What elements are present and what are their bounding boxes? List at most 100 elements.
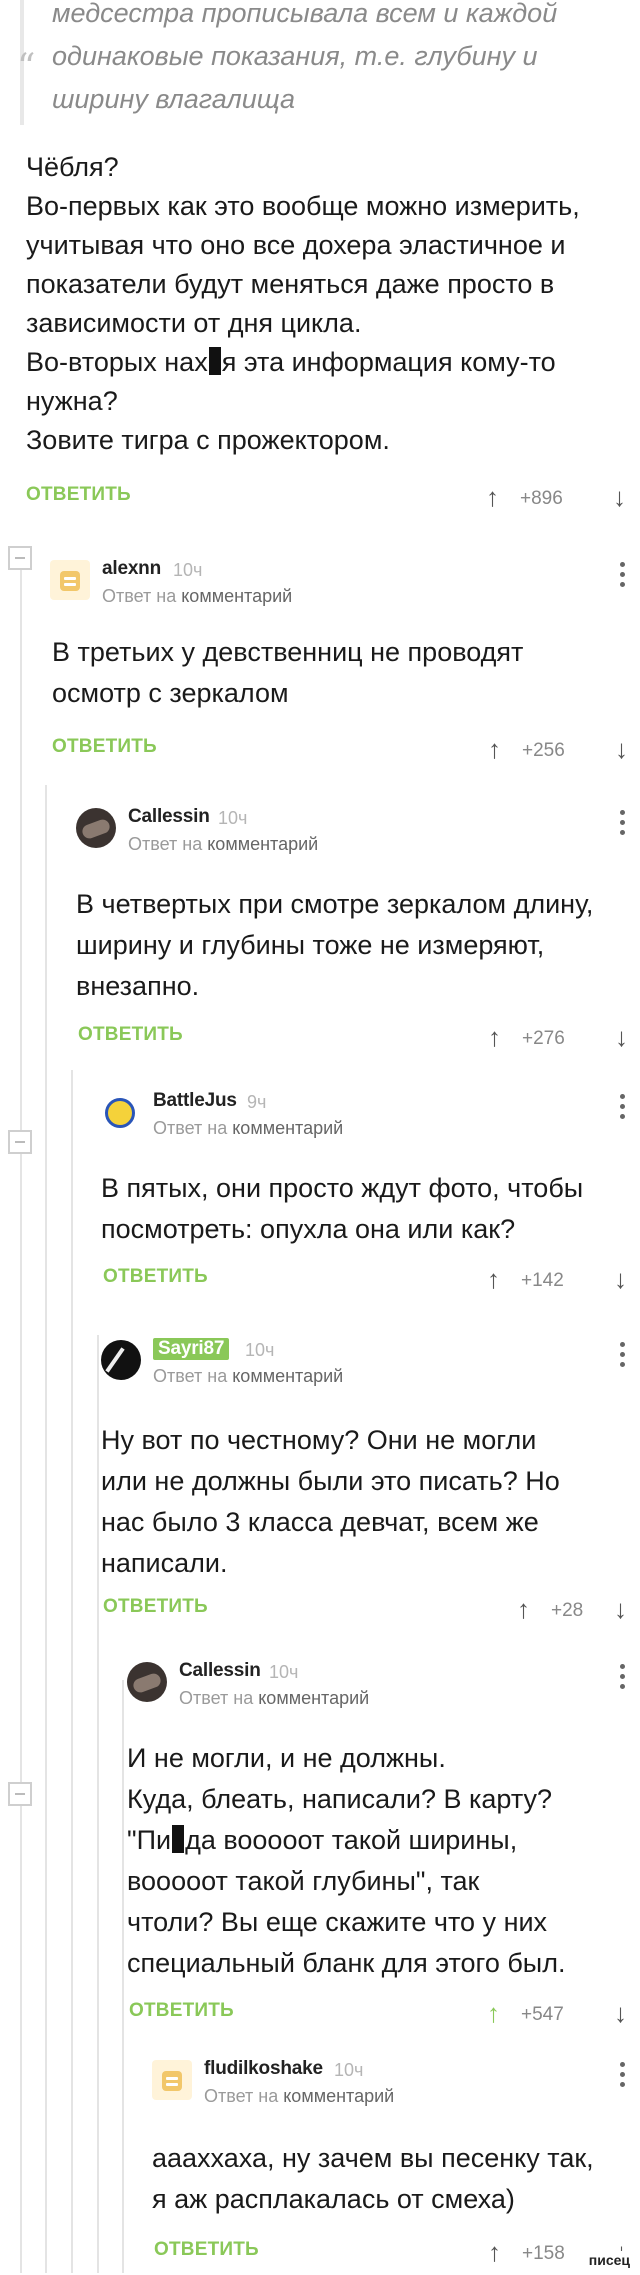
upvote-icon[interactable]: ↑ [487,1266,500,1292]
downvote-icon[interactable]: ↓ [615,736,628,762]
quote-icon: “ [17,47,36,88]
timestamp: 10ч [173,560,203,580]
reply-meta: Ответ на комментарий [179,1688,369,1709]
upvote-icon[interactable]: ↑ [488,2239,501,2265]
more-icon[interactable] [620,810,626,840]
parent-comment-link[interactable]: комментарий [207,834,318,854]
parent-comment-link[interactable]: комментарий [232,1118,343,1138]
reply-meta: Ответ на комментарий [102,586,292,607]
text-line: я аж расплакалась от смеха) [152,2184,515,2214]
reply-button[interactable]: ОТВЕТИТЬ [78,1024,183,1046]
downvote-icon[interactable]: ↓ [615,1024,628,1050]
watermark: писец [584,2251,634,2269]
photo-icon[interactable] [127,1662,167,1702]
simpson-icon[interactable] [101,1092,141,1132]
more-icon[interactable] [620,1342,626,1372]
text-line: осмотр с зеркалом [52,678,289,708]
reply-meta: Ответ на комментарий [153,1366,343,1387]
username[interactable]: Callessin [179,1660,261,1682]
upvote-icon[interactable]: ↑ [486,484,499,510]
vote-widget: ↑ +276 ↓ [488,1020,628,1060]
downvote-icon[interactable]: ↓ [614,2000,627,2026]
more-icon[interactable] [620,1094,626,1124]
reply-button[interactable]: ОТВЕТИТЬ [52,736,157,758]
comment: Callessin 10ч Ответ на комментарий И не … [127,1660,640,2032]
comment-actions: ОТВЕТИТЬ ↑ +547 ↓ [129,1996,627,2036]
username[interactable]: BattleJus [153,1090,237,1112]
text-line: внезапно. [76,971,200,1001]
text-fragment: я эта информация кому-то [221,347,556,377]
text-line: ширину и глубины тоже не измеряют, [76,930,545,960]
text-line: чтоли? Вы еще скажите что у них [127,1907,548,1937]
parent-comment-link[interactable]: комментарий [181,586,292,606]
censor-block [172,1825,185,1853]
score: +28 [551,1600,584,1621]
quote-text: медсестра прописывала всем и каждой один… [52,0,612,121]
comment: fludilkoshake 10ч Ответ на комментарий а… [152,2058,640,2273]
comment: Callessin 10ч Ответ на комментарий В чет… [76,806,640,1068]
comment-actions: ОТВЕТИТЬ ↑ +142 ↓ [103,1262,627,1302]
text-line: И не могли, и не должны. [127,1743,446,1773]
collapse-toggle[interactable] [8,1782,32,1806]
text-line: Зовите тигра с прожектором. [26,425,390,455]
more-icon[interactable] [620,562,626,592]
username[interactable]: fludilkoshake [204,2058,323,2080]
reply-button[interactable]: ОТВЕТИТЬ [129,2000,234,2022]
thread-line [45,785,47,2273]
meta-label: Ответ на [102,586,177,606]
timestamp: 10ч [334,2060,364,2080]
reply-button[interactable]: ОТВЕТИТЬ [154,2239,259,2261]
guitar-icon[interactable] [101,1340,141,1380]
vote-widget: ↑ +28 ↓ [517,1592,627,1632]
meta-label: Ответ на [179,1688,254,1708]
more-icon[interactable] [620,1664,626,1694]
comment-body: В пятых, они просто ждут фото, чтобы пос… [101,1168,621,1250]
root-actions: ОТВЕТИТЬ ↑ +896 ↓ [26,480,626,520]
comment: Sayri87 10ч Ответ на комментарий Ну вот … [101,1338,640,1632]
text-line: зависимости от дня цикла. [26,308,362,338]
text-line: учитывая что оно все дохера эластичное и [26,230,566,260]
downvote-icon[interactable]: ↓ [613,484,626,510]
reply-button[interactable]: ОТВЕТИТЬ [103,1596,208,1618]
text-line: написали. [101,1548,228,1578]
vote-widget: ↑ +896 ↓ [486,480,626,520]
egg-icon[interactable] [152,2060,192,2100]
parent-comment-link[interactable]: комментарий [258,1688,369,1708]
comment-body: В четвертых при смотре зеркалом длину, ш… [76,884,636,1007]
downvote-icon[interactable]: ↓ [614,1596,627,1622]
downvote-icon[interactable]: ↓ [614,1266,627,1292]
username[interactable]: alexnn [102,558,161,580]
text-line: Чёбля? [26,152,119,182]
text-line: специальный бланк для этого был. [127,1948,566,1978]
score: +158 [522,2243,565,2264]
upvote-icon[interactable]: ↑ [487,2000,500,2026]
upvote-icon[interactable]: ↑ [517,1596,530,1622]
parent-comment-link[interactable]: комментарий [283,2086,394,2106]
comment: BattleJus 9ч Ответ на комментарий В пяты… [101,1090,640,1312]
upvote-icon[interactable]: ↑ [488,1024,501,1050]
more-icon[interactable] [620,2062,626,2092]
quote-line: одинаковые показания, т.е. глубину и [52,41,538,71]
meta-label: Ответ на [128,834,203,854]
text-line: вооооот такой глубины", так [127,1866,480,1896]
reply-meta: Ответ на комментарий [204,2086,394,2107]
collapse-toggle[interactable] [8,546,32,570]
score: +547 [521,2004,564,2025]
score: +276 [522,1028,565,1049]
score: +142 [521,1270,564,1291]
egg-icon[interactable] [50,560,90,600]
comment-actions: ОТВЕТИТЬ ↑ +256 ↓ [52,732,628,772]
comment-body: Ну вот по честному? Они не могли или не … [101,1420,621,1584]
text-line: Во-вторых нах я эта информация кому-то [26,343,626,382]
username[interactable]: Callessin [128,806,210,828]
comment-actions: ОТВЕТИТЬ ↑ +28 ↓ [103,1592,627,1632]
timestamp: 10ч [218,808,248,828]
collapse-toggle[interactable] [8,1130,32,1154]
reply-button[interactable]: ОТВЕТИТЬ [26,484,131,506]
reply-button[interactable]: ОТВЕТИТЬ [103,1266,208,1288]
upvote-icon[interactable]: ↑ [488,736,501,762]
parent-comment-link[interactable]: комментарий [232,1366,343,1386]
username[interactable]: Sayri87 [153,1338,230,1360]
photo-icon[interactable] [76,808,116,848]
text-fragment: "Пи [127,1825,172,1855]
